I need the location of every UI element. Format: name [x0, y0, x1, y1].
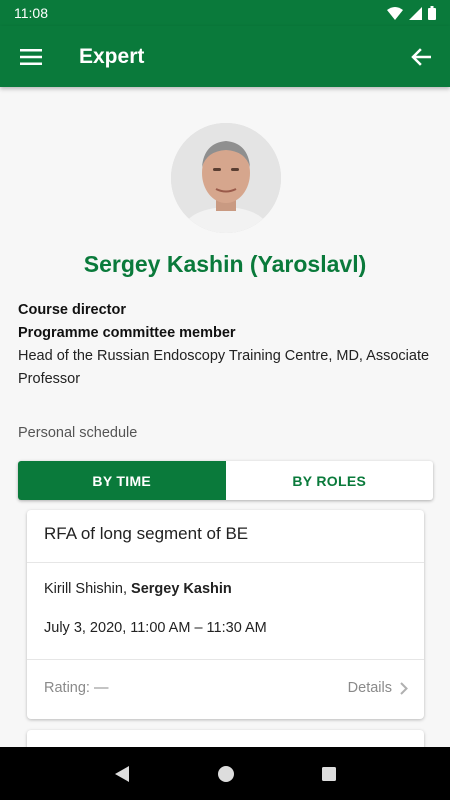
- chevron-right-icon: [400, 681, 408, 695]
- content-scroll[interactable]: Sergey Kashin (Yaroslavl) Course directo…: [0, 87, 450, 747]
- speaker-other: Kirill Shishin,: [44, 581, 132, 597]
- session-speakers: Kirill Shishin, Sergey Kashin: [44, 581, 232, 597]
- expert-role-committee: Programme committee member: [18, 325, 236, 341]
- session-datetime: July 3, 2020, 11:00 AM – 11:30 AM: [44, 620, 267, 636]
- expert-info: Course director Programme committee memb…: [18, 299, 438, 391]
- expert-description: Head of the Russian Endoscopy Training C…: [18, 348, 430, 387]
- speaker-self: Sergey Kashin: [131, 581, 232, 597]
- menu-button[interactable]: [0, 26, 62, 87]
- status-time: 11:08: [14, 5, 48, 21]
- session-card[interactable]: RFA of long segment of BE Kirill Shishin…: [27, 510, 424, 719]
- tab-by-time[interactable]: BY TIME: [18, 461, 226, 500]
- session-rating: Rating: —: [44, 680, 109, 696]
- schedule-label: Personal schedule: [18, 425, 138, 441]
- card-divider: [27, 659, 424, 660]
- avatar-photo: [171, 123, 281, 233]
- tab-by-roles[interactable]: BY ROLES: [226, 461, 434, 500]
- system-nav-bar: [0, 747, 450, 800]
- schedule-toggle: BY TIME BY ROLES: [18, 461, 433, 500]
- back-arrow-icon: [411, 47, 431, 66]
- status-bar: 11:08: [0, 0, 450, 26]
- expert-name: Sergey Kashin (Yaroslavl): [83, 251, 367, 277]
- avatar: [171, 123, 281, 233]
- status-icons: [387, 6, 436, 20]
- details-link[interactable]: Details: [348, 680, 408, 696]
- session-title: RFA of long segment of BE: [44, 524, 249, 543]
- nav-home-icon[interactable]: [217, 765, 235, 783]
- details-label: Details: [347, 680, 392, 696]
- battery-icon: [428, 6, 436, 20]
- signal-icon: [409, 6, 422, 20]
- nav-recents-icon[interactable]: [321, 766, 337, 782]
- wifi-icon: [387, 6, 403, 20]
- session-card-next[interactable]: [27, 730, 424, 747]
- card-divider: [27, 562, 424, 563]
- menu-icon: [20, 48, 42, 65]
- page-title: Expert: [79, 44, 145, 68]
- nav-back-icon[interactable]: [113, 765, 131, 783]
- app-bar: Expert: [0, 26, 450, 87]
- expert-role-course-director: Course director: [18, 302, 126, 318]
- back-button[interactable]: [392, 26, 450, 87]
